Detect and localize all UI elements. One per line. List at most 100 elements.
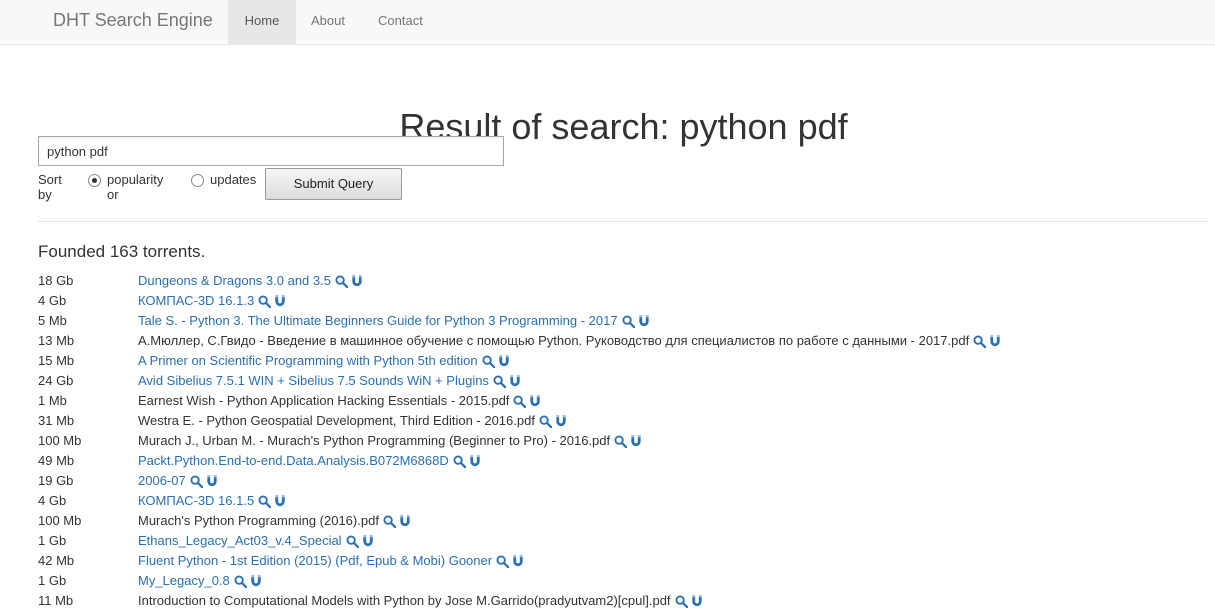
result-link[interactable]: Dungeons & Dragons 3.0 and 3.5 xyxy=(138,273,331,288)
result-row: 11 Mb Introduction to Computational Model… xyxy=(38,591,1208,611)
result-link[interactable]: Tale S. - Python 3. The Ultimate Beginne… xyxy=(138,313,618,328)
updates-label: updates xyxy=(210,172,257,187)
result-size: 13 Mb xyxy=(38,333,75,348)
magnet-icon[interactable] xyxy=(509,374,524,389)
result-name-cell: Avid Sibelius 7.5.1 WIN + Sibelius 7.5 S… xyxy=(138,371,524,392)
search-icon[interactable] xyxy=(258,494,274,509)
magnet-icon[interactable] xyxy=(630,434,645,449)
magnet-icon[interactable] xyxy=(691,594,706,609)
result-actions xyxy=(493,372,524,392)
magnet-icon[interactable] xyxy=(206,474,221,489)
result-name-cell: Murach J., Urban M. - Murach's Python Pr… xyxy=(138,431,645,452)
search-icon[interactable] xyxy=(335,274,351,289)
radio-updates[interactable] xyxy=(191,174,204,187)
result-size: 49 Mb xyxy=(38,453,75,468)
search-icon[interactable] xyxy=(258,294,274,309)
result-title: Westra E. - Python Geospatial Developmen… xyxy=(138,413,535,428)
result-size: 19 Gb xyxy=(38,473,74,488)
result-name-cell: A Primer on Scientific Programming with … xyxy=(138,351,513,372)
search-icon[interactable] xyxy=(190,474,206,489)
result-row: 4 Gb КОМПАС-3D 16.1.5 xyxy=(38,491,1208,511)
result-size: 31 Mb xyxy=(38,413,75,428)
popularity-label: popularity or xyxy=(107,172,164,202)
result-actions xyxy=(258,292,289,312)
result-size: 42 Mb xyxy=(38,553,75,568)
magnet-icon[interactable] xyxy=(399,514,414,529)
search-icon[interactable] xyxy=(482,354,498,369)
result-link[interactable]: My_Legacy_0.8 xyxy=(138,573,230,588)
magnet-icon[interactable] xyxy=(469,454,484,469)
result-size: 24 Gb xyxy=(38,373,74,388)
magnet-icon[interactable] xyxy=(351,274,366,289)
search-icon[interactable] xyxy=(493,374,509,389)
divider xyxy=(38,221,1208,222)
result-link[interactable]: A Primer on Scientific Programming with … xyxy=(138,353,478,368)
result-size: 1 Gb xyxy=(38,573,67,588)
result-actions xyxy=(234,572,265,592)
result-row: 13 Mb А.Мюллер, С.Гвидо - Введение в маши… xyxy=(38,331,1208,351)
result-title: Introduction to Computational Models wit… xyxy=(138,593,671,608)
result-link[interactable]: 2006-07 xyxy=(138,473,186,488)
result-link[interactable]: КОМПАС-3D 16.1.5 xyxy=(138,493,254,508)
magnet-icon[interactable] xyxy=(362,534,377,549)
result-actions xyxy=(496,552,527,572)
result-row: 4 Gb КОМПАС-3D 16.1.3 xyxy=(38,291,1208,311)
nav-about[interactable]: About xyxy=(311,0,345,44)
result-name-cell: Tale S. - Python 3. The Ultimate Beginne… xyxy=(138,311,653,332)
result-size: 100 Mb xyxy=(38,513,82,528)
result-actions xyxy=(513,392,544,412)
result-name-cell: КОМПАС-3D 16.1.5 xyxy=(138,491,289,512)
result-actions xyxy=(258,492,289,512)
result-link[interactable]: Packt.Python.End-to-end.Data.Analysis.B0… xyxy=(138,453,449,468)
search-icon[interactable] xyxy=(513,394,529,409)
result-link[interactable]: Ethans_Legacy_Act03_v.4_Special xyxy=(138,533,342,548)
navbar: DHT Search Engine Home About Contact xyxy=(0,0,1215,45)
result-row: 18 Gb Dungeons & Dragons 3.0 and 3.5 xyxy=(38,271,1208,291)
search-icon[interactable] xyxy=(234,574,250,589)
result-name-cell: Fluent Python - 1st Edition (2015) (Pdf,… xyxy=(138,551,527,572)
result-actions xyxy=(539,412,570,432)
result-actions xyxy=(335,272,366,292)
search-icon[interactable] xyxy=(614,434,630,449)
result-actions xyxy=(346,532,377,552)
magnet-icon[interactable] xyxy=(250,574,265,589)
magnet-icon[interactable] xyxy=(512,554,527,569)
result-size: 4 Gb xyxy=(38,493,67,508)
result-row: 31 Mb Westra E. - Python Geospatial Devel… xyxy=(38,411,1208,431)
result-size: 1 Mb xyxy=(38,393,67,408)
result-link[interactable]: КОМПАС-3D 16.1.3 xyxy=(138,293,254,308)
nav-contact[interactable]: Contact xyxy=(378,0,423,44)
result-name-cell: КОМПАС-3D 16.1.3 xyxy=(138,291,289,312)
nav-home[interactable]: Home xyxy=(228,0,296,44)
result-row: 24 Gb Avid Sibelius 7.5.1 WIN + Sibelius … xyxy=(38,371,1208,391)
brand[interactable]: DHT Search Engine xyxy=(53,10,213,31)
radio-popularity[interactable] xyxy=(88,174,101,187)
result-link[interactable]: Fluent Python - 1st Edition (2015) (Pdf,… xyxy=(138,553,492,568)
search-icon[interactable] xyxy=(539,414,555,429)
search-icon[interactable] xyxy=(496,554,512,569)
magnet-icon[interactable] xyxy=(529,394,544,409)
submit-query-button[interactable]: Submit Query xyxy=(265,168,402,200)
search-icon[interactable] xyxy=(622,314,638,329)
result-name-cell: Packt.Python.End-to-end.Data.Analysis.B0… xyxy=(138,451,484,472)
result-title: Murach's Python Programming (2016).pdf xyxy=(138,513,379,528)
result-row: 100 Mb Murach J., Urban M. - Murach's Pyt… xyxy=(38,431,1208,451)
result-link[interactable]: Avid Sibelius 7.5.1 WIN + Sibelius 7.5 S… xyxy=(138,373,489,388)
search-icon[interactable] xyxy=(453,454,469,469)
result-name-cell: Murach's Python Programming (2016).pdf xyxy=(138,511,414,532)
result-name-cell: Dungeons & Dragons 3.0 and 3.5 xyxy=(138,271,366,292)
result-row: 15 Mb A Primer on Scientific Programming … xyxy=(38,351,1208,371)
magnet-icon[interactable] xyxy=(274,494,289,509)
search-icon[interactable] xyxy=(973,334,989,349)
search-icon[interactable] xyxy=(346,534,362,549)
results-list: 18 Gb Dungeons & Dragons 3.0 and 3.5 4 Gb К… xyxy=(38,271,1208,611)
result-actions xyxy=(383,512,414,532)
search-icon[interactable] xyxy=(383,514,399,529)
magnet-icon[interactable] xyxy=(638,314,653,329)
search-icon[interactable] xyxy=(675,594,691,609)
magnet-icon[interactable] xyxy=(274,294,289,309)
magnet-icon[interactable] xyxy=(989,334,1004,349)
search-input[interactable] xyxy=(38,136,504,166)
magnet-icon[interactable] xyxy=(498,354,513,369)
magnet-icon[interactable] xyxy=(555,414,570,429)
